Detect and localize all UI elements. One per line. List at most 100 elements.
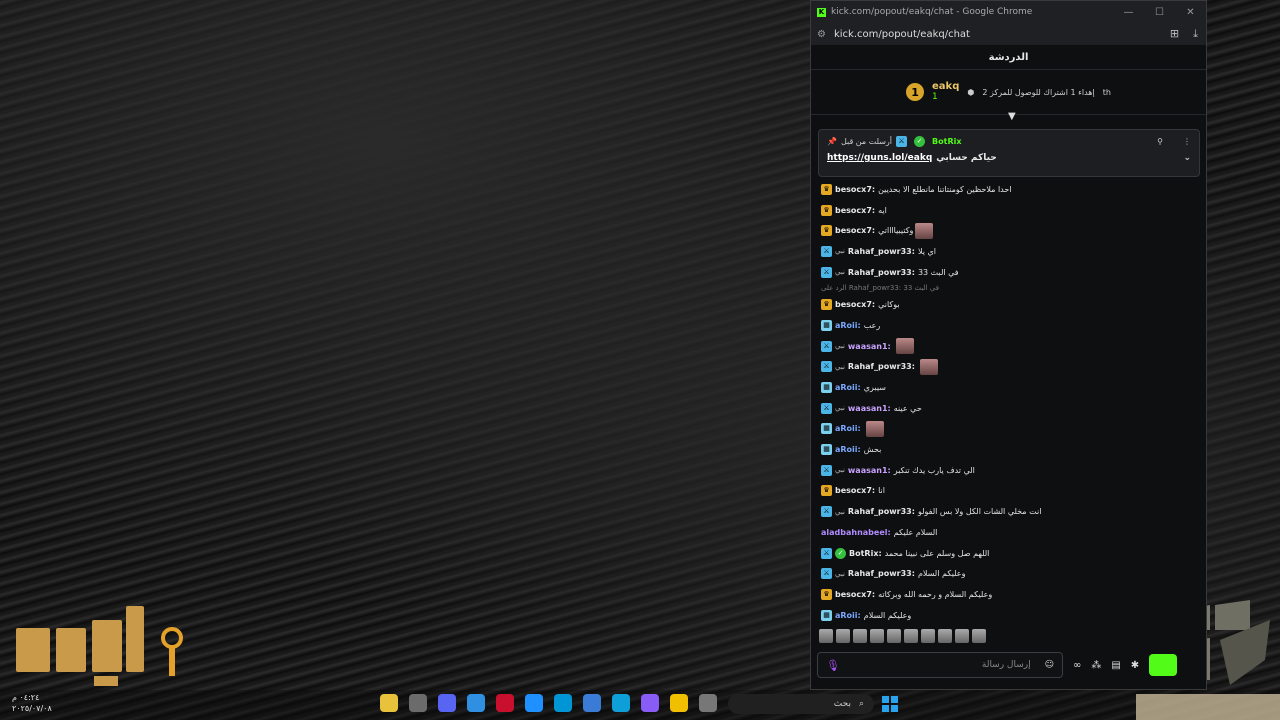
message-username[interactable]: aladbahnabeel: xyxy=(821,528,891,537)
chat-message: ▦ aRoii: وعليكم السلام xyxy=(821,605,1201,626)
message-text: سيبري xyxy=(863,383,886,393)
file-explorer-icon[interactable] xyxy=(670,694,688,712)
mcafee-app-icon[interactable] xyxy=(496,694,514,712)
chat-message: ⚔ نبي waasan1: حي عينه xyxy=(821,398,1201,419)
infinity-icon[interactable]: ∞ xyxy=(1073,660,1081,671)
message-text: اي يلا xyxy=(917,246,936,256)
emote-icon[interactable] xyxy=(836,629,850,643)
emote-icon[interactable] xyxy=(921,629,935,643)
chrome-app-icon[interactable] xyxy=(467,694,485,712)
microphone-icon[interactable]: 🎙 xyxy=(826,659,840,672)
message-text: وعليكم السلام xyxy=(917,569,966,579)
kick-icon: K xyxy=(817,7,826,17)
message-username[interactable]: besocx7: xyxy=(835,206,875,215)
emote-icon[interactable] xyxy=(887,629,901,643)
edge-dev-app-icon[interactable] xyxy=(525,694,543,712)
address-bar[interactable]: ⚙ kick.com/popout/eakq/chat ⊞ ⤓ xyxy=(811,23,1206,45)
expand-chevron-icon[interactable]: ⌄ xyxy=(1183,153,1191,163)
chat-message: ▦ aRoii: xyxy=(821,419,1201,440)
download-icon[interactable]: ⤓ xyxy=(1193,27,1198,41)
search-placeholder: بحث xyxy=(833,699,851,709)
message-username[interactable]: aRoii: xyxy=(835,611,861,620)
store-app-icon[interactable] xyxy=(583,694,601,712)
message-username[interactable]: Rahaf_powr33: xyxy=(848,569,915,578)
emote-icon[interactable] xyxy=(819,629,833,643)
minimize-button[interactable]: — xyxy=(1113,7,1144,18)
taskbar-search[interactable]: بحث ⌕ xyxy=(728,694,874,714)
gift-goal-text: إهداء 1 اشتراك للوصول للمركز 2 xyxy=(982,87,1095,97)
sub-badge-label: نبي xyxy=(835,268,845,277)
chat-message: ▦ aRoii: رعب xyxy=(821,315,1201,336)
unpin-icon[interactable]: ⚲ xyxy=(1157,137,1163,146)
message-username[interactable]: besocx7: xyxy=(835,486,875,495)
message-username[interactable]: aRoii: xyxy=(835,445,861,454)
close-button[interactable]: ✕ xyxy=(1175,7,1206,18)
system-clock[interactable]: ٠٤:٢٤ م ٢٠٢٥/٠٧/٠٨ xyxy=(12,692,52,714)
emote-icon[interactable] xyxy=(904,629,918,643)
message-username[interactable]: Rahaf_powr33: xyxy=(848,507,915,516)
message-username[interactable]: BotRix: xyxy=(849,549,882,558)
message-username[interactable]: waasan1: xyxy=(848,466,891,475)
message-username[interactable]: besocx7: xyxy=(835,300,875,309)
pinned-message: 📌 أرسلت من قبل ⚔ ✓ BotRix ⚲ ⋮ https://gu… xyxy=(818,129,1200,177)
message-text: احدا ملاحظين كومنتاتنا مانطلع الا بحديين xyxy=(878,184,1012,194)
chat-message: ♛ besocx7: انا xyxy=(821,481,1201,502)
chat-input[interactable]: 🎙 إرسال رسالة ☺ xyxy=(817,652,1063,678)
maximize-button[interactable]: ☐ xyxy=(1144,7,1175,18)
emote-icon[interactable] xyxy=(853,629,867,643)
obs-app-icon[interactable] xyxy=(409,694,427,712)
message-username[interactable]: besocx7: xyxy=(835,226,875,235)
users-icon[interactable]: ⁂ xyxy=(1091,660,1101,671)
message-text: انا xyxy=(878,486,885,496)
discord-app-icon[interactable] xyxy=(438,694,456,712)
notes-app-icon[interactable] xyxy=(380,694,398,712)
pinned-link[interactable]: https://guns.lol/eakq xyxy=(827,153,932,163)
translate-icon[interactable]: ⊞ xyxy=(1170,27,1179,41)
pinned-author[interactable]: BotRix xyxy=(932,137,961,146)
message-username[interactable]: Rahaf_powr33: xyxy=(848,362,915,371)
message-username[interactable]: aRoii: xyxy=(835,424,861,433)
sub-badge-label: نبي xyxy=(835,466,845,475)
message-username[interactable]: besocx7: xyxy=(835,185,875,194)
chat-message: ♛ besocx7: وعليكم السلام و رحمه الله وبركا… xyxy=(821,584,1201,605)
sub-badge-label: نبي xyxy=(835,404,845,413)
message-text: وعليكم السلام xyxy=(863,610,912,620)
collapse-arrow-icon[interactable]: ▼ xyxy=(1008,111,1016,122)
message-username[interactable]: waasan1: xyxy=(848,342,891,351)
emote-icon[interactable] xyxy=(955,629,969,643)
chat-message: ♛ besocx7: احدا ملاحظين كومنتاتنا مانطلع ا… xyxy=(821,179,1201,200)
url-text[interactable]: kick.com/popout/eakq/chat xyxy=(834,29,970,40)
emote-icon[interactable] xyxy=(972,629,986,643)
message-username[interactable]: Rahaf_powr33: xyxy=(848,247,915,256)
edge-app-icon[interactable] xyxy=(612,694,630,712)
message-text: وعليكم السلام و رحمه الله وبركاته xyxy=(878,589,993,599)
chat-message: ⚔ نبي Rahaf_powr33: وعليكم السلام xyxy=(821,563,1201,584)
sub-badge-icon: ⚔ xyxy=(821,266,832,278)
start-menu-icon[interactable] xyxy=(882,696,898,712)
emote-icon[interactable] xyxy=(938,629,952,643)
more-options-icon[interactable]: ⋮ xyxy=(1183,137,1191,146)
settings-icon[interactable]: ✱ xyxy=(1131,660,1139,671)
site-info-icon[interactable]: ⚙ xyxy=(817,29,826,40)
square-badge-icon: ▦ xyxy=(821,319,832,331)
emoji-picker-icon[interactable]: ☺ xyxy=(1045,660,1054,670)
crown-badge-icon: ♛ xyxy=(821,204,832,216)
send-button[interactable] xyxy=(1149,654,1178,676)
message-username[interactable]: waasan1: xyxy=(848,404,891,413)
sub-badge-icon: ⚔ xyxy=(821,568,832,580)
reply-context: الرد على Rahaf_powr33: 33 في البث xyxy=(821,284,939,293)
taskview-icon[interactable] xyxy=(699,694,717,712)
store-icon[interactable]: ▤ xyxy=(1111,660,1120,671)
message-text: الي تدف يارب يدك تنكبر xyxy=(893,465,975,475)
chat-message: ♛ besocx7: ايه xyxy=(821,200,1201,221)
message-username[interactable]: aRoii: xyxy=(835,383,861,392)
message-username[interactable]: aRoii: xyxy=(835,321,861,330)
copilot-app-icon[interactable] xyxy=(641,694,659,712)
message-username[interactable]: Rahaf_powr33: xyxy=(848,268,915,277)
hp-app-icon[interactable] xyxy=(554,694,572,712)
title-bar: K kick.com/popout/eakq/chat - Google Chr… xyxy=(811,1,1206,23)
emote-icon[interactable] xyxy=(870,629,884,643)
message-username[interactable]: besocx7: xyxy=(835,590,875,599)
browser-window: K kick.com/popout/eakq/chat - Google Chr… xyxy=(810,0,1207,690)
top-gifter[interactable]: eakq 1 xyxy=(932,81,959,103)
